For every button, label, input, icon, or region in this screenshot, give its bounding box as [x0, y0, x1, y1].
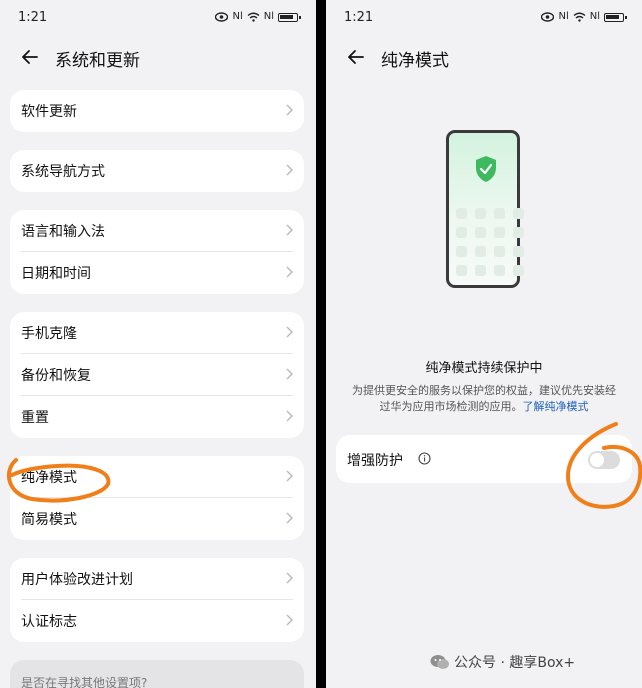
chevron-right-icon — [286, 164, 293, 176]
phone-illustration — [446, 130, 524, 288]
settings-group: 软件更新 — [10, 90, 304, 132]
header: 系统和更新 — [0, 44, 316, 74]
settings-item[interactable]: 软件更新 — [10, 90, 304, 132]
back-arrow-icon[interactable] — [20, 47, 40, 67]
status-icons: Nl Nl — [541, 9, 627, 25]
wifi-icon — [247, 12, 260, 22]
page-title: 纯净模式 — [381, 51, 449, 71]
learn-more-link[interactable]: 了解纯净模式 — [523, 400, 589, 413]
settings-item-label: 用户体验改进计划 — [21, 572, 133, 588]
settings-item-label: 重置 — [21, 410, 49, 426]
settings-item-label: 纯净模式 — [21, 470, 77, 486]
search-more-settings-hint[interactable]: 是否在寻找其他设置项? — [10, 660, 304, 688]
info-icon[interactable] — [418, 452, 431, 465]
eye-icon — [541, 12, 555, 22]
wechat-icon — [430, 655, 449, 669]
settings-item[interactable]: 手机克隆 — [10, 312, 304, 354]
status-icons: Nl Nl — [215, 9, 301, 25]
settings-item-label: 日期和时间 — [21, 266, 91, 282]
signal-icon: Nl — [589, 11, 600, 22]
pure-mode-screen: 1:21 Nl Nl 纯净模式 纯净模式持续保护中 为提供更安全的服务以保护您的… — [326, 0, 642, 688]
settings-item[interactable]: 重置 — [10, 396, 304, 438]
protection-status-title: 纯净模式持续保护中 — [425, 361, 543, 376]
chevron-right-icon — [286, 614, 293, 626]
settings-item[interactable]: 认证标志 — [10, 600, 304, 642]
chevron-right-icon — [286, 512, 293, 524]
settings-group: 系统导航方式 — [10, 150, 304, 192]
back-arrow-icon[interactable] — [346, 47, 366, 67]
settings-item[interactable]: 日期和时间 — [10, 252, 304, 294]
page-title: 系统和更新 — [55, 51, 140, 71]
status-time: 1:21 — [18, 10, 48, 25]
settings-group: 手机克隆备份和恢复重置 — [10, 312, 304, 438]
settings-group: 用户体验改进计划 认证标志 — [10, 558, 304, 642]
protection-description: 为提供更安全的服务以保护您的权益，建议优先安装经过华为应用市场检测的应用。了解纯… — [348, 383, 620, 415]
settings-item-label: 语言和输入法 — [21, 224, 105, 240]
settings-item-label: 软件更新 — [21, 104, 77, 120]
chevron-right-icon — [286, 368, 293, 380]
watermark-text: 公众号 · 趣享Box+ — [454, 655, 576, 671]
settings-group: 纯净模式 简易模式 — [10, 456, 304, 540]
wifi-icon — [573, 12, 586, 22]
system-update-screen: 1:21 Nl Nl 系统和更新 软件更新 系统导航方式 语言和输入法 日期和时间 手机… — [0, 0, 316, 688]
header: 纯净模式 — [326, 44, 642, 74]
settings-item-label: 备份和恢复 — [21, 368, 91, 384]
watermark: 公众号 · 趣享Box+ — [430, 652, 575, 672]
settings-item[interactable]: 系统导航方式 — [10, 150, 304, 192]
settings-item[interactable]: 纯净模式 — [10, 456, 304, 498]
status-bar: 1:21 Nl Nl — [326, 0, 642, 36]
chevron-right-icon — [286, 470, 293, 482]
settings-item-label: 系统导航方式 — [21, 164, 105, 180]
chevron-right-icon — [286, 410, 293, 422]
chevron-right-icon — [286, 224, 293, 236]
settings-item[interactable]: 语言和输入法 — [10, 210, 304, 252]
search-more-settings-text: 是否在寻找其他设置项? — [21, 676, 148, 688]
settings-item-label: 简易模式 — [21, 512, 77, 528]
toggle-knob — [590, 453, 604, 467]
settings-item[interactable]: 用户体验改进计划 — [10, 558, 304, 600]
enhanced-protection-toggle[interactable] — [588, 451, 620, 469]
shield-check-icon — [476, 156, 496, 182]
settings-item[interactable]: 简易模式 — [10, 498, 304, 540]
eye-icon — [215, 12, 229, 22]
battery-icon — [278, 12, 301, 22]
enhanced-protection-label: 增强防护 — [347, 453, 403, 469]
chevron-right-icon — [286, 104, 293, 116]
signal-icon: Nl — [263, 11, 274, 22]
nfc-icon: Nl — [558, 11, 569, 22]
chevron-right-icon — [286, 266, 293, 278]
settings-item-label: 手机克隆 — [21, 326, 77, 342]
nfc-icon: Nl — [232, 11, 243, 22]
settings-group: 语言和输入法 日期和时间 — [10, 210, 304, 294]
status-time: 1:21 — [344, 10, 374, 25]
enhanced-protection-row: 增强防护 — [336, 435, 632, 483]
settings-item[interactable]: 备份和恢复 — [10, 354, 304, 396]
settings-item-label: 认证标志 — [21, 614, 77, 630]
battery-icon — [604, 12, 627, 22]
chevron-right-icon — [286, 326, 293, 338]
app-grid-placeholder — [456, 208, 524, 276]
status-bar: 1:21 Nl Nl — [0, 0, 316, 36]
chevron-right-icon — [286, 572, 293, 584]
